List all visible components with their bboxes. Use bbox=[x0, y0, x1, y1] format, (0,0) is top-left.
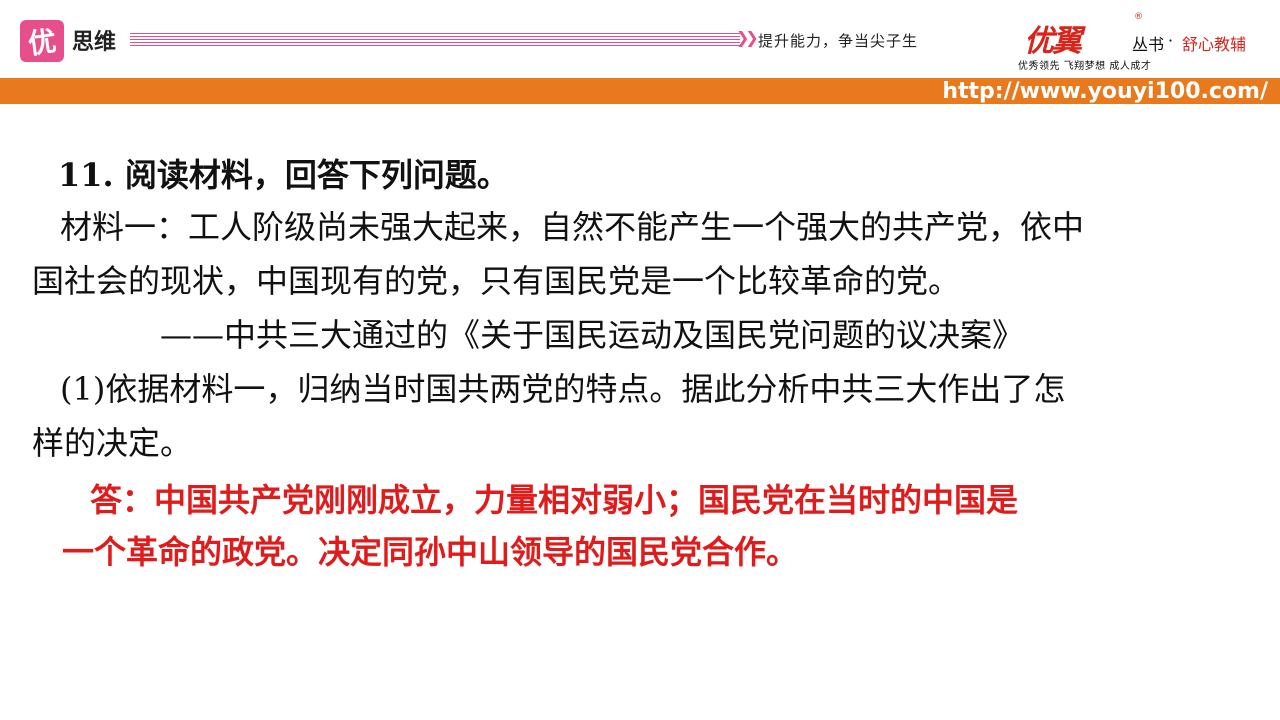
material-line: 国社会的现状，中国现有的党，只有国民党是一个比较革命的党。 bbox=[32, 262, 961, 300]
website-link[interactable]: http://www.youyi100.com/ bbox=[942, 78, 1268, 104]
series-label: 丛书 bbox=[1132, 35, 1165, 54]
orange-band: http://www.youyi100.com/ bbox=[0, 78, 1280, 104]
question-title: 11. 阅读材料，回答下列问题。 bbox=[58, 156, 509, 194]
brand-subtitle: 优秀领先 飞翔梦想 成人成才 bbox=[1018, 61, 1152, 72]
series-tagline: 舒心教辅 bbox=[1182, 35, 1247, 54]
double-chevron-icon: ❯❯ bbox=[736, 28, 759, 47]
slide-content: 11. 阅读材料，回答下列问题。 材料一：工人阶级尚未强大起来，自然不能产生一个… bbox=[0, 104, 1280, 720]
answer-line: 一个革命的政党。决定同孙中山领导的国民党合作。 bbox=[62, 533, 799, 571]
brand-logo: 优翼 bbox=[1024, 24, 1082, 59]
registered-mark: ® bbox=[1134, 12, 1143, 22]
material-line: 材料一：工人阶级尚未强大起来，自然不能产生一个强大的共产党，依中 bbox=[60, 208, 1085, 246]
sub-question-line: (1)依据材料一，归纳当时国共两党的特点。据此分析中共三大作出了怎 bbox=[60, 370, 1066, 408]
header-title: 思维 bbox=[72, 30, 117, 55]
answer-block: 答：中国共产党刚刚成立，力量相对弱小；国民党在当时的中国是 一个革命的政党。决定… bbox=[62, 474, 1018, 578]
material-paragraph: 材料一：工人阶级尚未强大起来，自然不能产生一个强大的共产党，依中 国社会的现状，… bbox=[32, 200, 1084, 308]
logo-char: 优 bbox=[26, 24, 59, 61]
header: 优 思维 ❯❯ 提升能力，争当尖子生 优翼 ® 丛书 · 舒心教辅 优秀领先 飞… bbox=[0, 0, 1280, 78]
material-source: ——中共三大通过的《关于国民运动及国民党问题的议决案》 bbox=[160, 316, 1025, 354]
sub-question: (1)依据材料一，归纳当时国共两党的特点。据此分析中共三大作出了怎 样的决定。 bbox=[32, 362, 1065, 470]
decorative-stripe bbox=[130, 33, 740, 47]
sub-question-line: 样的决定。 bbox=[32, 424, 193, 462]
youyi-logo-icon: 优 bbox=[20, 20, 64, 62]
header-slogan: 提升能力，争当尖子生 bbox=[758, 32, 919, 50]
series-dot: · bbox=[1168, 31, 1174, 50]
answer-line: 答：中国共产党刚刚成立，力量相对弱小；国民党在当时的中国是 bbox=[90, 481, 1019, 519]
